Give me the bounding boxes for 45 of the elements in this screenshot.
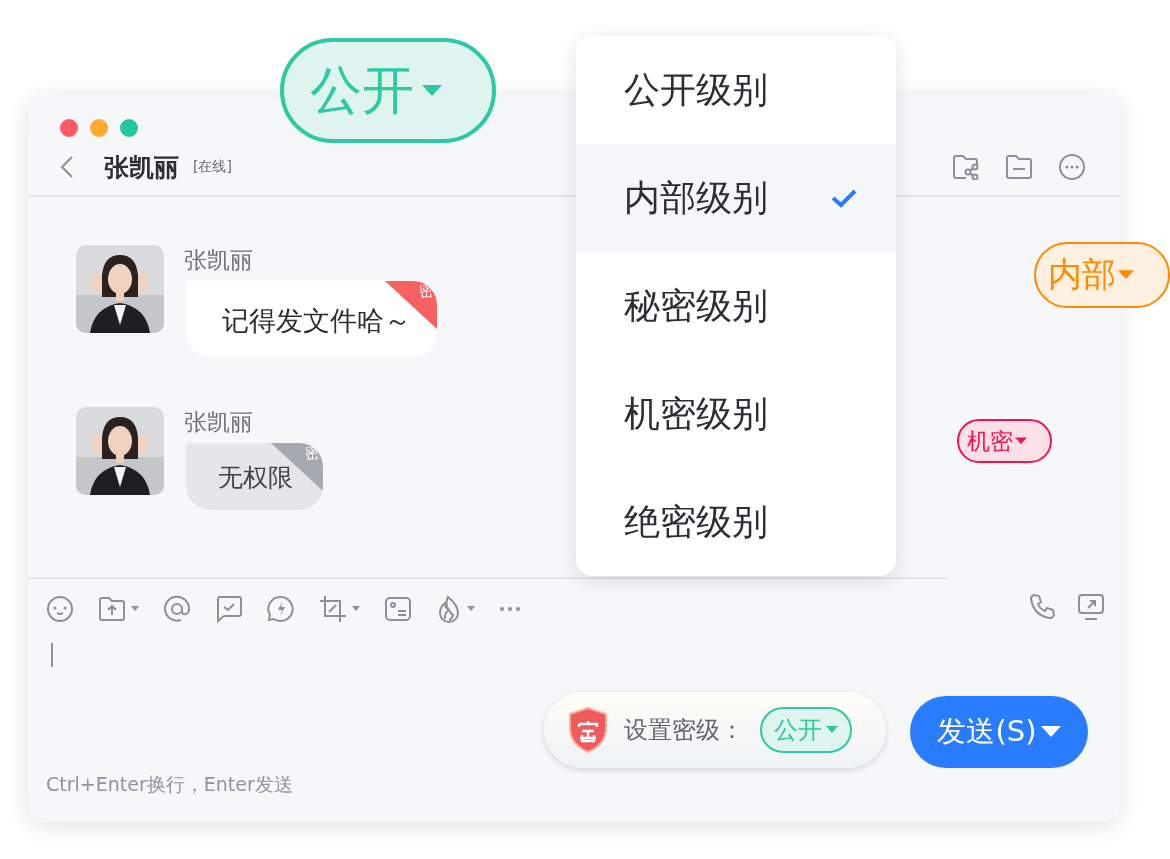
- caret-icon: [826, 726, 838, 734]
- caret-icon[interactable]: [352, 606, 360, 612]
- menu-item[interactable]: 内部级别: [576, 144, 896, 252]
- id-card-icon[interactable]: [384, 596, 412, 622]
- menu-item[interactable]: 绝密级别: [576, 468, 896, 576]
- sender-name: 张凯丽: [184, 246, 253, 275]
- flame-icon[interactable]: [436, 595, 462, 623]
- close-button[interactable]: [60, 119, 78, 137]
- sender-name: 张凯丽: [184, 408, 253, 437]
- minimize-button[interactable]: [90, 119, 108, 137]
- emoji-icon[interactable]: [46, 595, 74, 623]
- menu-item[interactable]: 秘密级别: [576, 252, 896, 360]
- lightning-chat-icon[interactable]: [267, 595, 295, 623]
- crop-icon[interactable]: [319, 595, 347, 623]
- at-icon[interactable]: [163, 595, 191, 623]
- security-label: 设置密级：: [624, 715, 744, 746]
- shield-icon: [568, 707, 608, 753]
- tag-label: 公开: [310, 58, 414, 122]
- send-button[interactable]: 发送(S): [910, 696, 1088, 768]
- folder-share-icon[interactable]: [952, 154, 980, 180]
- folder-upload-icon[interactable]: [98, 596, 126, 622]
- back-icon[interactable]: [60, 155, 74, 179]
- more-icon[interactable]: [1058, 153, 1086, 181]
- folder-icon[interactable]: [1005, 154, 1033, 180]
- message-text: 记得发文件哈～: [222, 305, 411, 336]
- menu-item[interactable]: 机密级别: [576, 360, 896, 468]
- check-icon: [830, 188, 858, 208]
- screen-share-icon[interactable]: [1077, 593, 1105, 621]
- caret-icon[interactable]: [467, 606, 475, 612]
- caret-icon: [422, 84, 442, 97]
- caret-icon[interactable]: [131, 606, 139, 612]
- tag-label: 机密: [967, 426, 1013, 456]
- tag-label: 内部: [1048, 253, 1116, 296]
- caret-icon: [1040, 726, 1061, 738]
- menu-item[interactable]: 公开级别: [576, 36, 896, 144]
- shortcut-hint: Ctrl+Enter换行，Enter发送: [46, 772, 293, 797]
- caret-icon: [1118, 269, 1134, 281]
- maximize-button[interactable]: [120, 119, 138, 137]
- online-status: [在线]: [193, 158, 232, 176]
- ellipsis-icon[interactable]: [499, 606, 521, 612]
- text-cursor: [51, 643, 53, 667]
- contact-name: 张凯丽: [104, 151, 179, 184]
- chat-check-icon[interactable]: [215, 595, 243, 623]
- message-text: 无权限: [218, 463, 293, 492]
- phone-icon[interactable]: [1029, 593, 1055, 619]
